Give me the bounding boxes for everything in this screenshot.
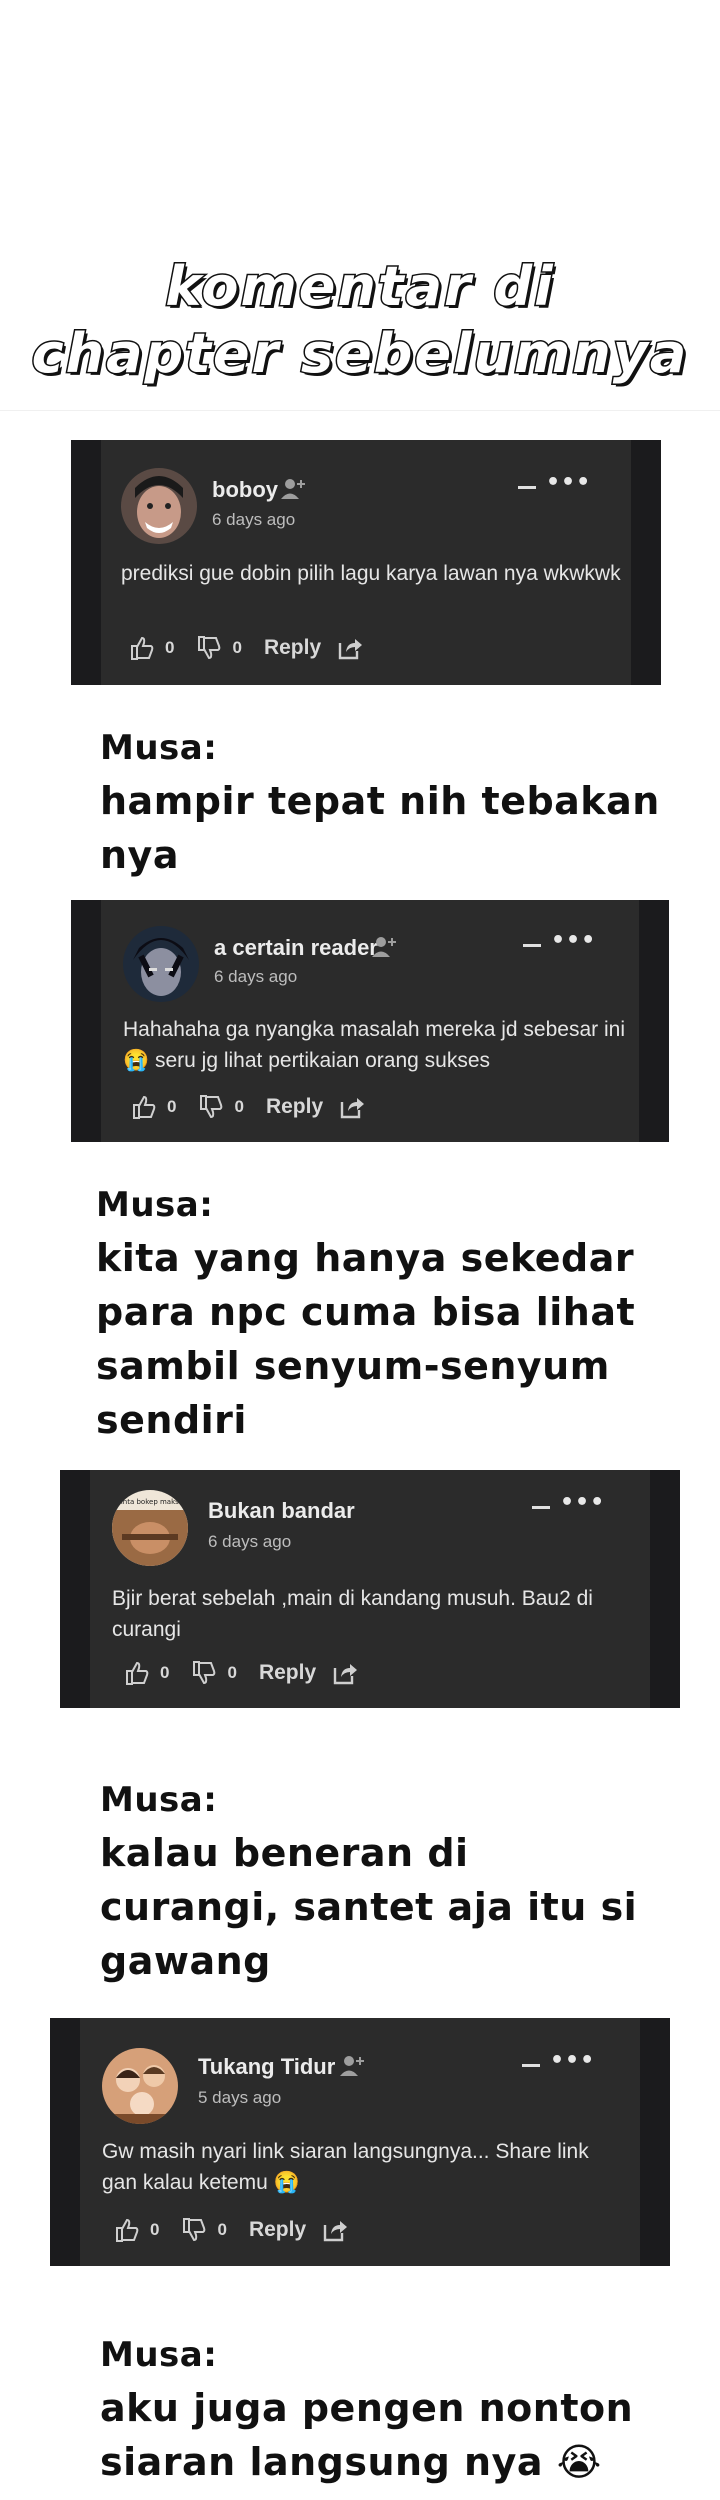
- follow-user-icon[interactable]: [340, 2055, 366, 2077]
- share-icon[interactable]: [337, 635, 363, 661]
- like-count: 0: [165, 638, 175, 657]
- page-title-line-2: chapter sebelumnya: [30, 321, 689, 387]
- reply-button[interactable]: Reply: [264, 636, 321, 660]
- response-speaker: Musa:: [100, 2335, 218, 2375]
- response-text: kalau beneran di curangi, santet aja itu…: [100, 1831, 638, 1983]
- dislike-count: 0: [227, 1663, 237, 1682]
- thumbs-up-icon[interactable]: [114, 2217, 140, 2243]
- comment-actions: 0 0 Reply: [129, 633, 363, 663]
- avatar[interactable]: Minta bokep maksih: [112, 1490, 188, 1566]
- thumbs-up-icon[interactable]: [124, 1660, 150, 1686]
- thumbs-down-icon[interactable]: [196, 635, 222, 661]
- avatar[interactable]: [121, 468, 197, 544]
- comment-card: a certain reader 6 days ago ••• Hahahaha…: [71, 900, 669, 1142]
- more-options-icon[interactable]: •••: [560, 1490, 605, 1515]
- response-text: aku juga pengen nonton siaran langsung n…: [100, 2386, 634, 2484]
- share-icon[interactable]: [332, 1660, 358, 1686]
- like-count: 0: [160, 1663, 170, 1682]
- comment-username[interactable]: Bukan bandar: [208, 1498, 355, 1524]
- collapse-icon[interactable]: [532, 1506, 550, 1509]
- comment-time: 6 days ago: [212, 510, 296, 529]
- comment-actions: 0 0 Reply: [114, 2215, 348, 2245]
- share-icon[interactable]: [339, 1094, 365, 1120]
- comment-text: Gw masih nyari link siaran langsungnya..…: [102, 2140, 589, 2194]
- response-block: Musa: kalau beneran di curangi, santet a…: [100, 1780, 660, 1988]
- comment-text: prediksi gue dobin pilih lagu karya lawa…: [121, 562, 621, 585]
- thumbs-down-icon[interactable]: [191, 1660, 217, 1686]
- comment-time: 6 days ago: [214, 967, 298, 986]
- comment-text: Bjir berat sebelah ,main di kandang musu…: [112, 1587, 593, 1641]
- response-text: hampir tepat nih tebakan nya: [100, 779, 660, 877]
- page-title-line-1: komentar di: [164, 254, 555, 320]
- comment-card: Tukang Tidur 5 days ago ••• Gw masih nya…: [50, 2018, 670, 2266]
- response-speaker: Musa:: [100, 1780, 218, 1820]
- thumbs-down-icon[interactable]: [198, 1094, 224, 1120]
- comment-card: Minta bokep maksih Bukan bandar 6 days a…: [60, 1470, 680, 1708]
- thumbs-down-icon[interactable]: [181, 2217, 207, 2243]
- comment-actions: 0 0 Reply: [131, 1092, 365, 1122]
- comment-username[interactable]: boboy: [212, 477, 278, 503]
- dislike-count: 0: [234, 1097, 244, 1116]
- divider: [0, 410, 720, 411]
- response-block: Musa: hampir tepat nih tebakan nya: [100, 728, 660, 882]
- thumbs-up-icon[interactable]: [129, 635, 155, 661]
- dislike-count: 0: [232, 638, 242, 657]
- response-speaker: Musa:: [100, 728, 218, 768]
- comment-time: 5 days ago: [198, 2088, 282, 2107]
- dislike-count: 0: [217, 2220, 227, 2239]
- avatar[interactable]: [102, 2048, 178, 2124]
- comment-text: Hahahaha ga nyangka masalah mereka jd se…: [123, 1018, 625, 1072]
- reply-button[interactable]: Reply: [249, 2218, 306, 2242]
- comment-card: boboy 6 days ago ••• prediksi gue dobin …: [71, 440, 661, 685]
- more-options-icon[interactable]: •••: [546, 470, 591, 495]
- follow-user-icon[interactable]: [372, 936, 398, 958]
- reply-button[interactable]: Reply: [259, 1661, 316, 1685]
- comment-username[interactable]: a certain reader: [214, 935, 378, 961]
- collapse-icon[interactable]: [522, 2064, 540, 2067]
- comment-username[interactable]: Tukang Tidur: [198, 2054, 335, 2080]
- more-options-icon[interactable]: •••: [551, 928, 596, 953]
- avatar-caption: Minta bokep maksih: [115, 1498, 185, 1506]
- response-block: Musa: kita yang hanya sekedar para npc c…: [96, 1185, 676, 1447]
- collapse-icon[interactable]: [523, 944, 541, 947]
- more-options-icon[interactable]: •••: [550, 2048, 595, 2073]
- like-count: 0: [150, 2220, 160, 2239]
- follow-user-icon[interactable]: [281, 478, 307, 500]
- reply-button[interactable]: Reply: [266, 1095, 323, 1119]
- comment-actions: 0 0 Reply: [124, 1658, 358, 1688]
- share-icon[interactable]: [322, 2217, 348, 2243]
- response-text: kita yang hanya sekedar para npc cuma bi…: [96, 1236, 636, 1442]
- like-count: 0: [167, 1097, 177, 1116]
- response-speaker: Musa:: [96, 1185, 214, 1225]
- thumbs-up-icon[interactable]: [131, 1094, 157, 1120]
- comment-time: 6 days ago: [208, 1532, 292, 1551]
- response-block: Musa: aku juga pengen nonton siaran lang…: [100, 2335, 660, 2489]
- avatar[interactable]: [123, 926, 199, 1002]
- collapse-icon[interactable]: [518, 486, 536, 489]
